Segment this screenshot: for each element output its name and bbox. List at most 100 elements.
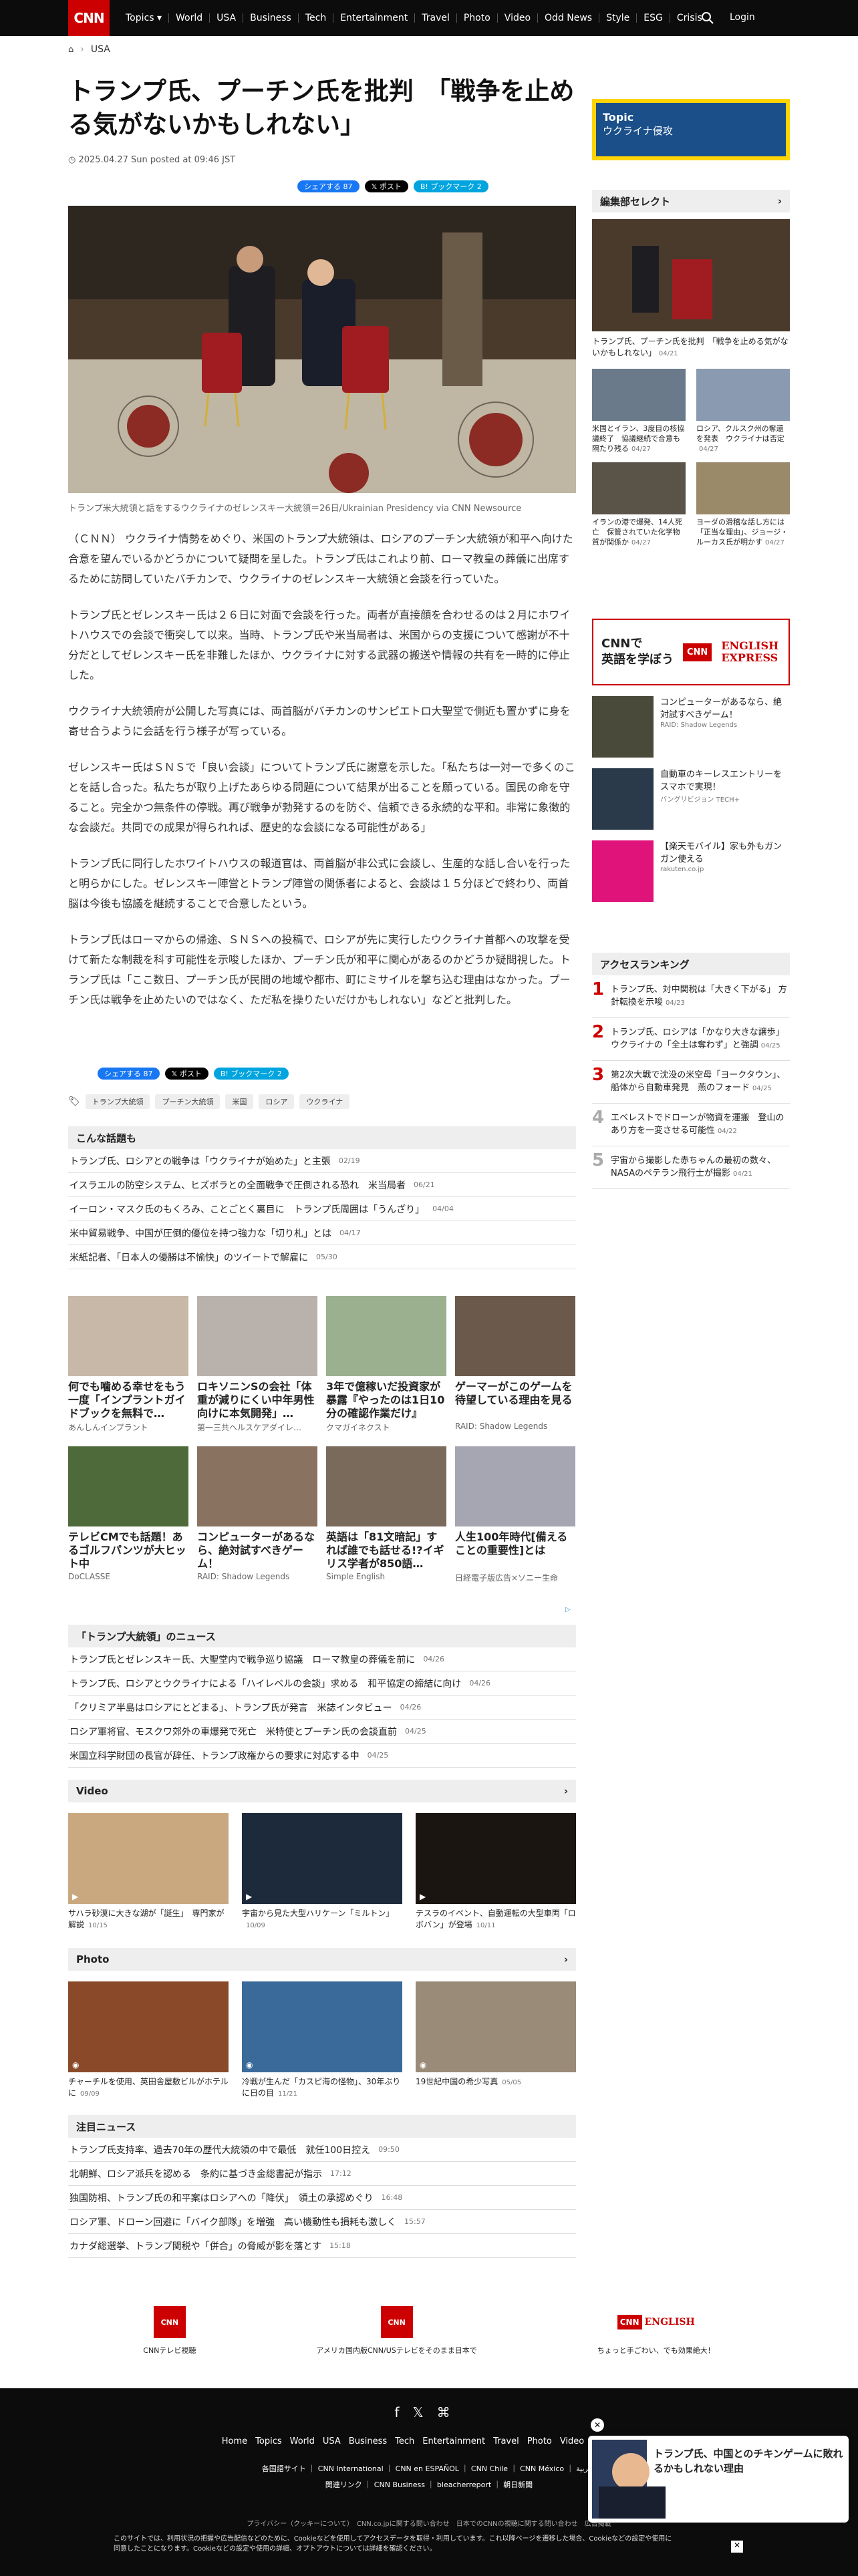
editor-pick[interactable]: 米国とイラン、3度目の核協議終了 協議継続で合意も隔たり残る 04/27: [592, 369, 686, 454]
footer-link[interactable]: USA: [323, 2436, 341, 2446]
sponsored-card[interactable]: テレビCMでも話題！あるゴルフパンツが大ヒット中 DoCLASSE: [68, 1446, 188, 1583]
sidebar-sponsored-item[interactable]: 【楽天モバイル】家も外もガンガン使える rakuten.co.jp: [592, 840, 790, 902]
home-icon[interactable]: ⌂: [68, 45, 74, 55]
main-pick-image[interactable]: [592, 219, 790, 331]
list-item-date: 04/26: [423, 1655, 445, 1663]
tag-chip[interactable]: ロシア: [259, 1094, 295, 1109]
footer-link[interactable]: Photo: [527, 2436, 552, 2446]
editor-pick[interactable]: ロシア、クルスク州の奪還を発表 ウクライナは否定 04/27: [696, 369, 790, 454]
list-item-date: 04/25: [405, 1727, 426, 1736]
list-item[interactable]: 米紙記者、「日本人の優勝は不愉快」のツイートで解雇に 05/30: [68, 1245, 576, 1269]
search-icon[interactable]: [700, 11, 715, 25]
footer-link[interactable]: Topics: [255, 2436, 281, 2446]
footer-link[interactable]: Travel: [493, 2436, 519, 2446]
rss-icon[interactable]: ⌘: [437, 2404, 464, 2420]
login-link[interactable]: Login: [730, 12, 755, 23]
list-item[interactable]: トランプ氏支持率、過去70年の歴代大統領の中で最低 就任100日控え 09:50: [68, 2138, 576, 2162]
sponsored-card[interactable]: ロキソニンSの会社「体重が減りにくい中年男性向けに本気開発」… 第一三共ヘルスケア…: [197, 1296, 317, 1433]
hatena-bookmark-button-bottom[interactable]: B! ブックマーク 2: [213, 1068, 289, 1080]
facebook-share-button[interactable]: シェアする 87: [297, 180, 360, 192]
footer-link[interactable]: Tech: [395, 2436, 414, 2446]
nav-item[interactable]: Odd News: [538, 13, 600, 23]
footer-link[interactable]: Video: [560, 2436, 584, 2446]
footer-link[interactable]: World: [290, 2436, 315, 2446]
ranking-item[interactable]: 3 第2次大戦で沈没の米空母「ヨークタウン」、船体から自動車発見 燕のフォード 04…: [592, 1061, 790, 1104]
english-banner[interactable]: CNNで 英語を学ぼう CNN ENGLISH EXPRESS: [592, 619, 790, 685]
media-card[interactable]: ▶ テスラのイベント、自動運転の大型車両「ロボバン」が登場 10/11: [416, 1813, 576, 1931]
cookie-close-icon[interactable]: ✕: [731, 2541, 743, 2553]
facebook-icon[interactable]: f: [394, 2404, 412, 2420]
english-express-promo[interactable]: CNN ENGLISH ちょっと手ごわい、でも効果絶大！: [597, 2306, 715, 2386]
nav-item[interactable]: Tech: [299, 13, 334, 23]
editor-pick[interactable]: イランの港で爆発、14人死亡 保管されていた化学物質が関係か 04/27: [592, 462, 686, 548]
sponsored-card[interactable]: 英語は「81文暗記」すれば誰でも話せる!?イギリス学者が850語… Simple …: [326, 1446, 446, 1583]
tag-chip[interactable]: トランプ大統領: [85, 1094, 150, 1109]
media-card[interactable]: ◉ 19世紀中国の希少写真 05/05: [416, 1981, 576, 2100]
topic-banner[interactable]: Topic ウクライナ侵攻: [592, 99, 790, 160]
list-item[interactable]: ロシア軍将官、モスクワ郊外の車爆発で死亡 米特使とプーチン氏の会談直前 04/25: [68, 1720, 576, 1744]
nav-item[interactable]: Business: [243, 13, 299, 23]
recommend-popup[interactable]: トランプ氏、中国とのチキンゲームに敗れるかもしれない理由: [588, 2436, 849, 2523]
nav-item[interactable]: ESG: [637, 13, 670, 23]
footer-link[interactable]: Home: [222, 2436, 247, 2446]
photo-heading[interactable]: Photo ›: [68, 1948, 576, 1971]
list-item[interactable]: ロシア軍、ドローン回避に「バイク部隊」を増強 高い機動性も損耗も激しく 15:57: [68, 2210, 576, 2234]
list-item[interactable]: イスラエルの防空システム、ヒズボラとの全面戦争で圧倒される恐れ 米当局者 06/2…: [68, 1173, 576, 1197]
footer-link[interactable]: Business: [349, 2436, 387, 2446]
nav-item[interactable]: Topics ▾: [119, 13, 169, 23]
sponsored-card[interactable]: 人生100年時代[備えることの重要性]とは 日経電子版広告×ソニー生命: [455, 1446, 575, 1583]
list-item[interactable]: トランプ氏、ロシアとウクライナによる「ハイレベルの会談」求める 和平協定の締結に…: [68, 1671, 576, 1696]
sponsored-title: コンピューターがあるなら、絶対試すべきゲーム！: [197, 1531, 315, 1570]
list-item[interactable]: トランプ氏、ロシアとの戦争は「ウクライナが始めた」と主張 02/19: [68, 1149, 576, 1173]
nav-item[interactable]: World: [169, 13, 210, 23]
ranking-title: トランプ氏、ロシアは「かなり大きな譲歩」 ウクライナの「全土は奪わず」と強調: [611, 1027, 784, 1050]
editor-pick[interactable]: ヨーダの滑稽な話し方には「正当な理由」、ジョージ・ルーカス氏が明かす 04/27: [696, 462, 790, 548]
media-card[interactable]: ◉ 冷戦が生んだ「カスピ海の怪物」、30年ぶりに日の目 11/21: [242, 1981, 402, 2100]
sidebar-sponsored-item[interactable]: 自動車のキーレスエントリーをスマホで実現！ バングリビジョン TECH+: [592, 768, 790, 830]
list-item[interactable]: カナダ総選挙、トランプ関税や「併合」の脅威が影を落とす 15:18: [68, 2234, 576, 2258]
media-card[interactable]: ▶ 宇宙から見た大型ハリケーン「ミルトン」 10/09: [242, 1813, 402, 1931]
editors-select-heading[interactable]: 編集部セレクト ›: [592, 190, 790, 212]
nav-item[interactable]: Style: [599, 13, 637, 23]
media-card[interactable]: ◉ チャーチルを使用、英田舎屋敷ビルがホテルに 09/09: [68, 1981, 229, 2100]
x-post-button[interactable]: 𝕏 ポスト: [364, 180, 408, 192]
list-item[interactable]: 「クリミア半島はロシアにとどまる」、トランプ氏が発言 米誌インタビュー 04/26: [68, 1696, 576, 1720]
list-item[interactable]: 北朝鮮、ロシア派兵を認める 条約に基づき金総書記が指示 17:12: [68, 2162, 576, 2186]
nav-item[interactable]: Entertainment: [333, 13, 416, 23]
x-post-button-bottom[interactable]: 𝕏 ポスト: [164, 1068, 208, 1080]
sponsored-card[interactable]: 何でも噛める幸せをもう一度「インプラントガイドブックを無料で… あんしんインプラン…: [68, 1296, 188, 1433]
sidebar-sponsored-item[interactable]: コンピューターがあるなら、絶対試すべきゲーム！ RAID: Shadow Lege…: [592, 696, 790, 758]
adchoices-icon[interactable]: ▷: [565, 1606, 571, 1613]
breadcrumb-section[interactable]: USA: [91, 44, 110, 55]
media-card[interactable]: ▶ サハラ砂漠に大きな湖が「誕生」 専門家が解説 10/15: [68, 1813, 229, 1931]
list-item[interactable]: 米中貿易戦争、中国が圧倒的優位を持つ強力な「切り札」とは 04/17: [68, 1221, 576, 1245]
popup-close-icon[interactable]: ✕: [591, 2418, 604, 2432]
video-heading[interactable]: Video ›: [68, 1780, 576, 1802]
ranking-item[interactable]: 4 エベレストでドローンが物資を運搬 登山のあり方を一変させる可能性 04/22: [592, 1104, 790, 1146]
sponsored-card[interactable]: ゲーマーがこのゲームを待望している理由を見る RAID: Shadow Legen…: [455, 1296, 575, 1433]
hatena-bookmark-button[interactable]: B! ブックマーク 2: [413, 180, 488, 192]
nav-item[interactable]: USA: [210, 13, 244, 23]
sponsored-card[interactable]: コンピューターがあるなら、絶対試すべきゲーム！ RAID: Shadow Lege…: [197, 1446, 317, 1583]
cnn-logo[interactable]: CNN: [68, 0, 110, 36]
cnn-us-promo[interactable]: CNN アメリカ国内版CNN/USテレビをそのまま日本で: [316, 2306, 477, 2386]
main-pick-title[interactable]: トランプ氏、プーチン氏を批判 「戦争を止める気がないかもしれない」 04/21: [592, 335, 790, 358]
nav-item[interactable]: Travel: [415, 13, 457, 23]
cnn-tv-promo[interactable]: CNN CNNテレビ視聴: [143, 2306, 196, 2386]
ranking-item[interactable]: 1 トランプ氏、対中関税は「大きく下がる」 方針転換を示唆 04/23: [592, 975, 790, 1018]
nav-item[interactable]: Photo: [457, 13, 498, 23]
footer-link[interactable]: Entertainment: [422, 2436, 485, 2446]
tag-chip[interactable]: ウクライナ: [299, 1094, 350, 1109]
sponsored-card[interactable]: 3年で億稼いだ投資家が暴露『やったのは1日10分の確認作業だけ』 クマガイネクスト: [326, 1296, 446, 1433]
list-item[interactable]: イーロン・マスク氏のもくろみ、ことごとく裏目に トランプ氏周囲は「うんざり」 04…: [68, 1197, 576, 1221]
ranking-item[interactable]: 5 宇宙から撮影した赤ちゃんの最初の数々、NASAのペテラン飛行士が撮影 04/21: [592, 1146, 790, 1189]
nav-item[interactable]: Video: [498, 13, 539, 23]
tag-chip[interactable]: プーチン大統領: [155, 1094, 221, 1109]
tag-chip[interactable]: 米国: [225, 1094, 254, 1109]
ranking-item[interactable]: 2 トランプ氏、ロシアは「かなり大きな譲歩」 ウクライナの「全土は奪わず」と強調 0…: [592, 1018, 790, 1061]
list-item[interactable]: 米国立科学財団の長官が辞任、トランプ政権からの要求に対応する中 04/25: [68, 1744, 576, 1768]
facebook-share-button-bottom[interactable]: シェアする 87: [98, 1068, 160, 1080]
list-item[interactable]: 独国防相、トランプ氏の和平案はロシアへの「降伏」 領土の承認めぐり 16:48: [68, 2186, 576, 2210]
list-item[interactable]: トランプ氏とゼレンスキー氏、大聖堂内で戦争巡り協議 ローマ教皇の葬儀を前に 04/…: [68, 1647, 576, 1671]
x-icon[interactable]: 𝕏: [412, 2404, 436, 2420]
